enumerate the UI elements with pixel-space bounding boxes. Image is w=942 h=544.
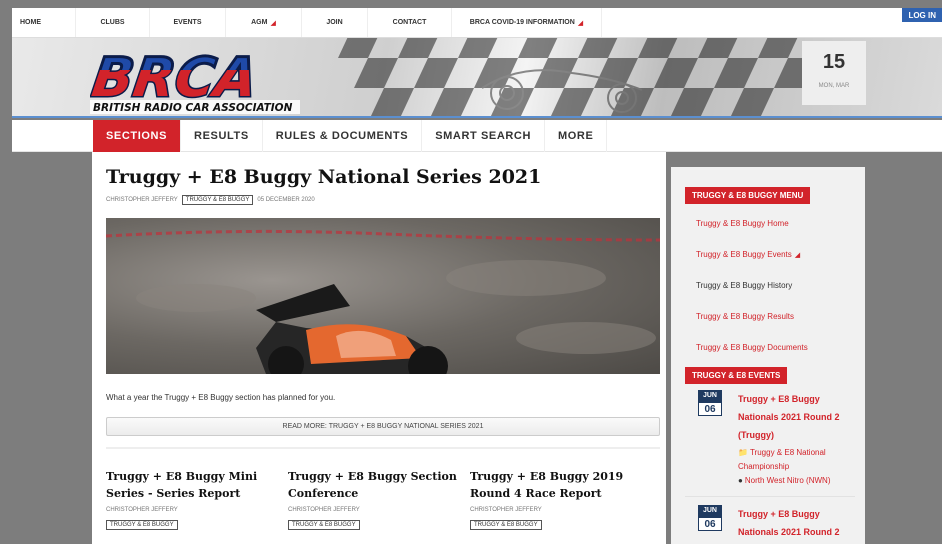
calendar-day: 06 <box>698 402 722 416</box>
date-widget: 15 MON, MAR <box>802 41 866 105</box>
sidebar-item-results[interactable]: Truggy & E8 Buggy Results <box>685 301 865 332</box>
sidebar-item-documents[interactable]: Truggy & E8 Buggy Documents <box>685 332 865 363</box>
nav-item-events[interactable]: EVENTS <box>150 8 226 37</box>
map-pin-icon: ● <box>738 476 743 485</box>
nav-item-covid-info[interactable]: BRCA COVID-19 INFORMATION ◢ <box>452 8 602 37</box>
nav-item-label: HOME <box>20 19 41 26</box>
related-post-card[interactable]: Truggy + E8 Buggy 2019 Round 4 Race Repo… <box>470 468 652 531</box>
tab-sections[interactable]: SECTIONS <box>93 120 182 152</box>
nav-item-label: CONTACT <box>392 19 427 26</box>
related-posts: Truggy + E8 Buggy Mini Series - Series R… <box>106 468 652 531</box>
caret-icon: ◢ <box>270 19 276 27</box>
sidebar-menu-heading: TRUGGY & E8 BUGGY MENU <box>685 187 811 204</box>
post-featured-image[interactable] <box>106 218 660 374</box>
rc-buggy-photo <box>106 229 660 374</box>
related-post-title[interactable]: Truggy + E8 Buggy Section Conference <box>288 468 458 502</box>
nav-item-label: AGM <box>251 19 268 26</box>
site-banner: BRCA BRCA BRITISH RADIO CAR ASSOCIATION … <box>12 38 942 118</box>
sidebar-item-events[interactable]: Truggy & E8 Buggy Events ◢ <box>685 239 865 270</box>
post-meta: CHRISTOPHER JEFFERY TRUGGY & E8 BUGGY 05… <box>106 195 652 205</box>
related-post-tag[interactable]: TRUGGY & E8 BUGGY <box>470 520 542 530</box>
post-title[interactable]: Truggy + E8 Buggy National Series 2021 <box>106 166 652 188</box>
calendar-badge: JUN 06 <box>698 390 722 488</box>
related-post-tag[interactable]: TRUGGY & E8 BUGGY <box>106 520 178 530</box>
event-location[interactable]: ● North West Nitro (NWN) <box>738 474 848 488</box>
nav-item-label: CLUBS <box>100 19 125 26</box>
brca-logo: BRCA BRCA BRITISH RADIO CAR ASSOCIATION <box>90 45 300 114</box>
sidebar: TRUGGY & E8 BUGGY MENU Truggy & E8 Buggy… <box>671 167 865 544</box>
event-item[interactable]: JUN 06 Truggy + E8 Buggy Nationals 2021 … <box>685 390 855 497</box>
divider <box>106 447 660 449</box>
tab-rules-documents[interactable]: RULES & DOCUMENTS <box>263 120 423 152</box>
post-excerpt: What a year the Truggy + E8 Buggy sectio… <box>106 393 336 402</box>
svg-text:BRITISH RADIO CAR ASSOCIATION: BRITISH RADIO CAR ASSOCIATION <box>93 102 293 114</box>
nav-item-label: BRCA COVID-19 INFORMATION <box>469 19 575 26</box>
calendar-day: 06 <box>698 517 722 531</box>
related-post-author: CHRISTOPHER JEFFERY <box>470 507 542 513</box>
folder-icon: 📁 <box>738 448 748 457</box>
nav-item-contact[interactable]: CONTACT <box>368 8 452 37</box>
event-category[interactable]: 📁 Truggy & E8 National Championship <box>738 446 848 474</box>
related-post-title[interactable]: Truggy + E8 Buggy 2019 Round 4 Race Repo… <box>470 468 640 502</box>
related-post-card[interactable]: Truggy + E8 Buggy Mini Series - Series R… <box>106 468 288 531</box>
event-location-label: North West Nitro (NWN) <box>744 476 831 485</box>
related-post-title[interactable]: Truggy + E8 Buggy Mini Series - Series R… <box>106 468 276 502</box>
caret-icon: ◢ <box>794 252 801 259</box>
post-author: CHRISTOPHER JEFFERY <box>106 197 178 203</box>
tab-more[interactable]: MORE <box>545 120 608 152</box>
calendar-month: JUN <box>698 390 722 402</box>
sidebar-item-home[interactable]: Truggy & E8 Buggy Home <box>685 208 865 239</box>
post-category-tag[interactable]: TRUGGY & E8 BUGGY <box>181 195 254 205</box>
date-day: 15 <box>822 51 846 73</box>
caret-icon: ◢ <box>577 19 584 27</box>
nav-item-label: EVENTS <box>173 19 202 26</box>
event-title[interactable]: Truggy + E8 Buggy Nationals 2021 Round 2 <box>738 505 848 541</box>
checkered-flag-graphic <box>338 38 812 116</box>
main-content: Truggy + E8 Buggy National Series 2021 C… <box>92 152 666 544</box>
post-date: 05 DECEMBER 2020 <box>257 197 315 203</box>
date-weekday-month: MON, MAR <box>818 83 850 89</box>
tab-smart-search[interactable]: SMART SEARCH <box>422 120 546 152</box>
sidebar-menu: Truggy & E8 Buggy Home Truggy & E8 Buggy… <box>685 208 865 363</box>
read-more-button[interactable]: READ MORE: TRUGGY + E8 BUGGY NATIONAL SE… <box>106 417 660 436</box>
event-title[interactable]: Truggy + E8 Buggy Nationals 2021 Round 2… <box>738 390 848 444</box>
related-post-author: CHRISTOPHER JEFFERY <box>288 507 360 513</box>
top-navigation: HOME CLUBS EVENTS AGM ◢ JOIN CONTACT BRCA… <box>12 8 942 38</box>
nav-item-agm[interactable]: AGM ◢ <box>226 8 302 37</box>
sidebar-item-label: Truggy & E8 Buggy Events <box>696 250 792 259</box>
tab-results[interactable]: RESULTS <box>181 120 263 152</box>
related-post-card[interactable]: Truggy + E8 Buggy Section Conference CHR… <box>288 468 470 531</box>
login-button[interactable]: LOG IN <box>902 8 942 22</box>
calendar-month: JUN <box>698 505 722 517</box>
event-item[interactable]: JUN 06 Truggy + E8 Buggy Nationals 2021 … <box>685 505 855 544</box>
sidebar-item-history[interactable]: Truggy & E8 Buggy History <box>685 270 865 301</box>
nav-item-join[interactable]: JOIN <box>302 8 368 37</box>
related-post-tag[interactable]: TRUGGY & E8 BUGGY <box>288 520 360 530</box>
sidebar-events-heading: TRUGGY & E8 EVENTS <box>685 367 788 384</box>
nav-item-label: JOIN <box>326 19 343 26</box>
event-category-label: Truggy & E8 National Championship <box>738 448 826 471</box>
nav-item-clubs[interactable]: CLUBS <box>76 8 150 37</box>
related-post-author: CHRISTOPHER JEFFERY <box>106 507 178 513</box>
calendar-badge: JUN 06 <box>698 505 722 541</box>
nav-item-home[interactable]: HOME <box>12 8 76 37</box>
section-navigation: SECTIONS RESULTS RULES & DOCUMENTS SMART… <box>12 120 942 152</box>
